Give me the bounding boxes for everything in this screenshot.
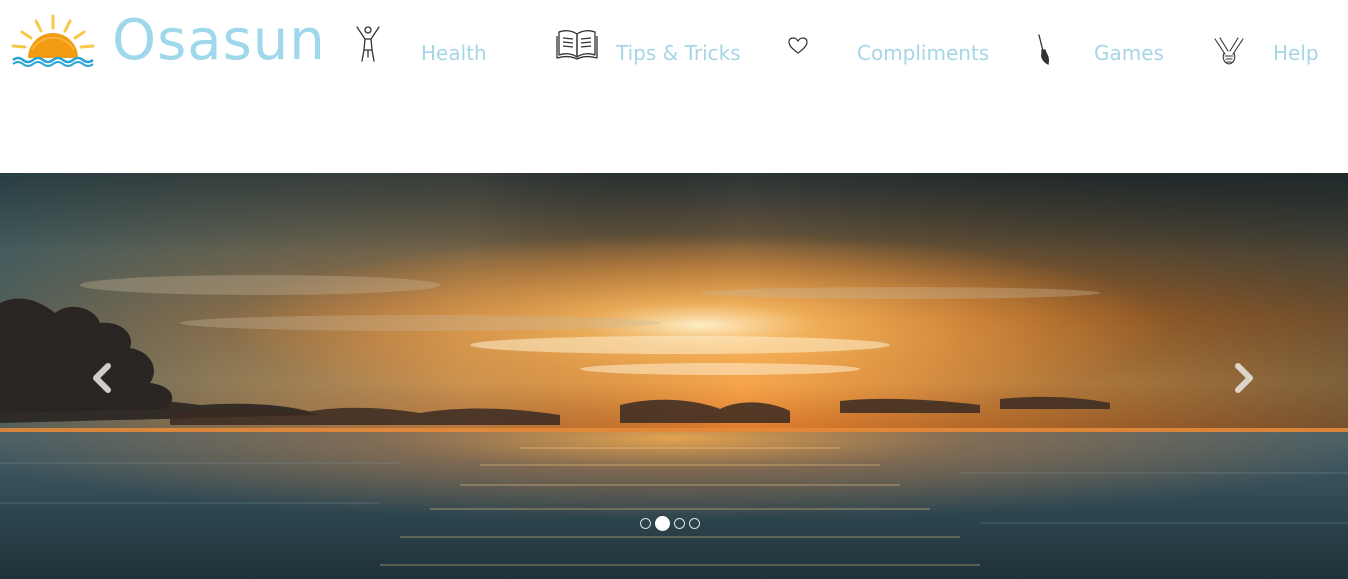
standing-figure-icon[interactable] bbox=[352, 24, 384, 64]
nav-item-tips-tricks[interactable]: Tips & Tricks bbox=[616, 40, 741, 66]
chevron-left-icon[interactable] bbox=[88, 358, 118, 398]
holding-hands-icon[interactable] bbox=[1212, 36, 1246, 68]
nav-item-help[interactable]: Help bbox=[1273, 40, 1319, 66]
chevron-right-icon[interactable] bbox=[1228, 358, 1258, 398]
slide-dot[interactable] bbox=[674, 517, 685, 529]
slide-dot[interactable] bbox=[640, 517, 651, 529]
nav-item-compliments[interactable]: Compliments bbox=[857, 40, 989, 66]
nav-item-health[interactable]: Health bbox=[421, 40, 487, 66]
slide-dot[interactable] bbox=[689, 517, 700, 529]
site-header: Osasun Health Tips & Tricks Compliments … bbox=[0, 0, 1348, 173]
sunset-sun-icon[interactable] bbox=[10, 12, 96, 68]
paintbrush-icon[interactable] bbox=[1034, 33, 1054, 67]
slide-dot-active[interactable] bbox=[655, 515, 670, 531]
heart-icon[interactable] bbox=[788, 37, 808, 55]
hero-slideshow bbox=[0, 173, 1348, 579]
nav-item-games[interactable]: Games bbox=[1094, 40, 1164, 66]
slide-indicator bbox=[640, 515, 700, 531]
brand-name[interactable]: Osasun bbox=[112, 6, 326, 76]
open-book-icon[interactable] bbox=[556, 27, 598, 61]
